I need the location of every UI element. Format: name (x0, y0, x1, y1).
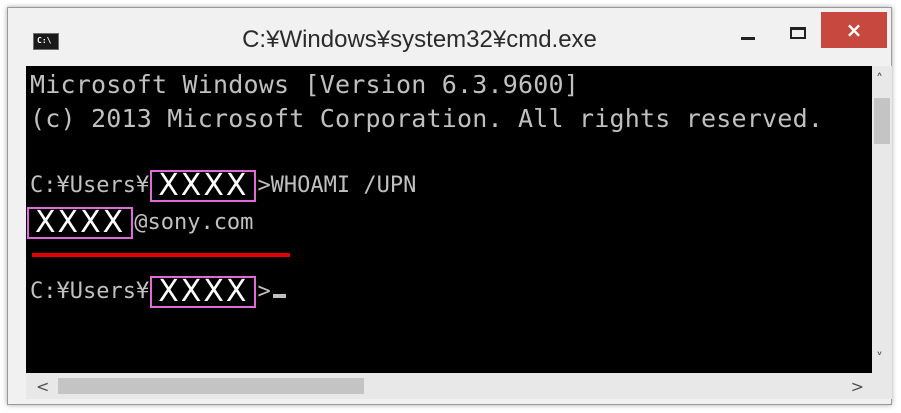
horizontal-scrollbar[interactable]: < > (26, 373, 872, 399)
prompt-path: C:¥Users¥ (30, 279, 150, 304)
console-line-copyright: (c) 2013 Microsoft Corporation. All righ… (30, 104, 824, 133)
scroll-up-icon[interactable]: ˄ (876, 72, 883, 88)
redacted-username: XXXX (150, 170, 257, 202)
command-text: >WHOAMI /UPN (257, 173, 417, 198)
scroll-left-icon[interactable]: < (36, 377, 49, 396)
console-output[interactable]: Microsoft Windows [Version 6.3.9600] (c)… (26, 66, 872, 373)
redacted-upn-user: XXXX (27, 207, 134, 239)
text-cursor (272, 294, 286, 298)
resize-grip-icon[interactable] (872, 373, 892, 399)
maximize-icon (790, 27, 806, 39)
minimize-button[interactable] (724, 14, 772, 52)
horizontal-scroll-thumb[interactable] (58, 378, 364, 394)
close-icon: × (845, 18, 863, 42)
prompt-symbol: > (257, 279, 271, 304)
console-line-version: Microsoft Windows [Version 6.3.9600] (30, 70, 580, 99)
prompt-path: C:¥Users¥ (30, 173, 150, 198)
maximize-button[interactable] (774, 14, 822, 52)
title-bar[interactable]: C:\ C:¥Windows¥system32¥cmd.exe × (8, 8, 891, 66)
minimize-icon (741, 36, 755, 40)
close-button[interactable]: × (821, 12, 887, 48)
redacted-username: XXXX (150, 276, 257, 308)
scroll-down-icon[interactable]: ˅ (876, 351, 883, 367)
upn-domain: @sony.com (134, 210, 254, 235)
console-line-prompt: C:¥Users¥ XXXX > (30, 276, 286, 308)
console-line-upn: XXXX @sony.com (27, 207, 254, 239)
scroll-right-icon[interactable]: > (851, 377, 864, 396)
vertical-scroll-thumb[interactable] (874, 98, 890, 144)
vertical-scrollbar[interactable]: ˄ ˅ (872, 66, 892, 373)
cmd-window: C:\ C:¥Windows¥system32¥cmd.exe × Micros… (7, 7, 892, 405)
highlight-underline (32, 253, 290, 257)
console-line-command: C:¥Users¥ XXXX >WHOAMI /UPN (30, 170, 416, 202)
